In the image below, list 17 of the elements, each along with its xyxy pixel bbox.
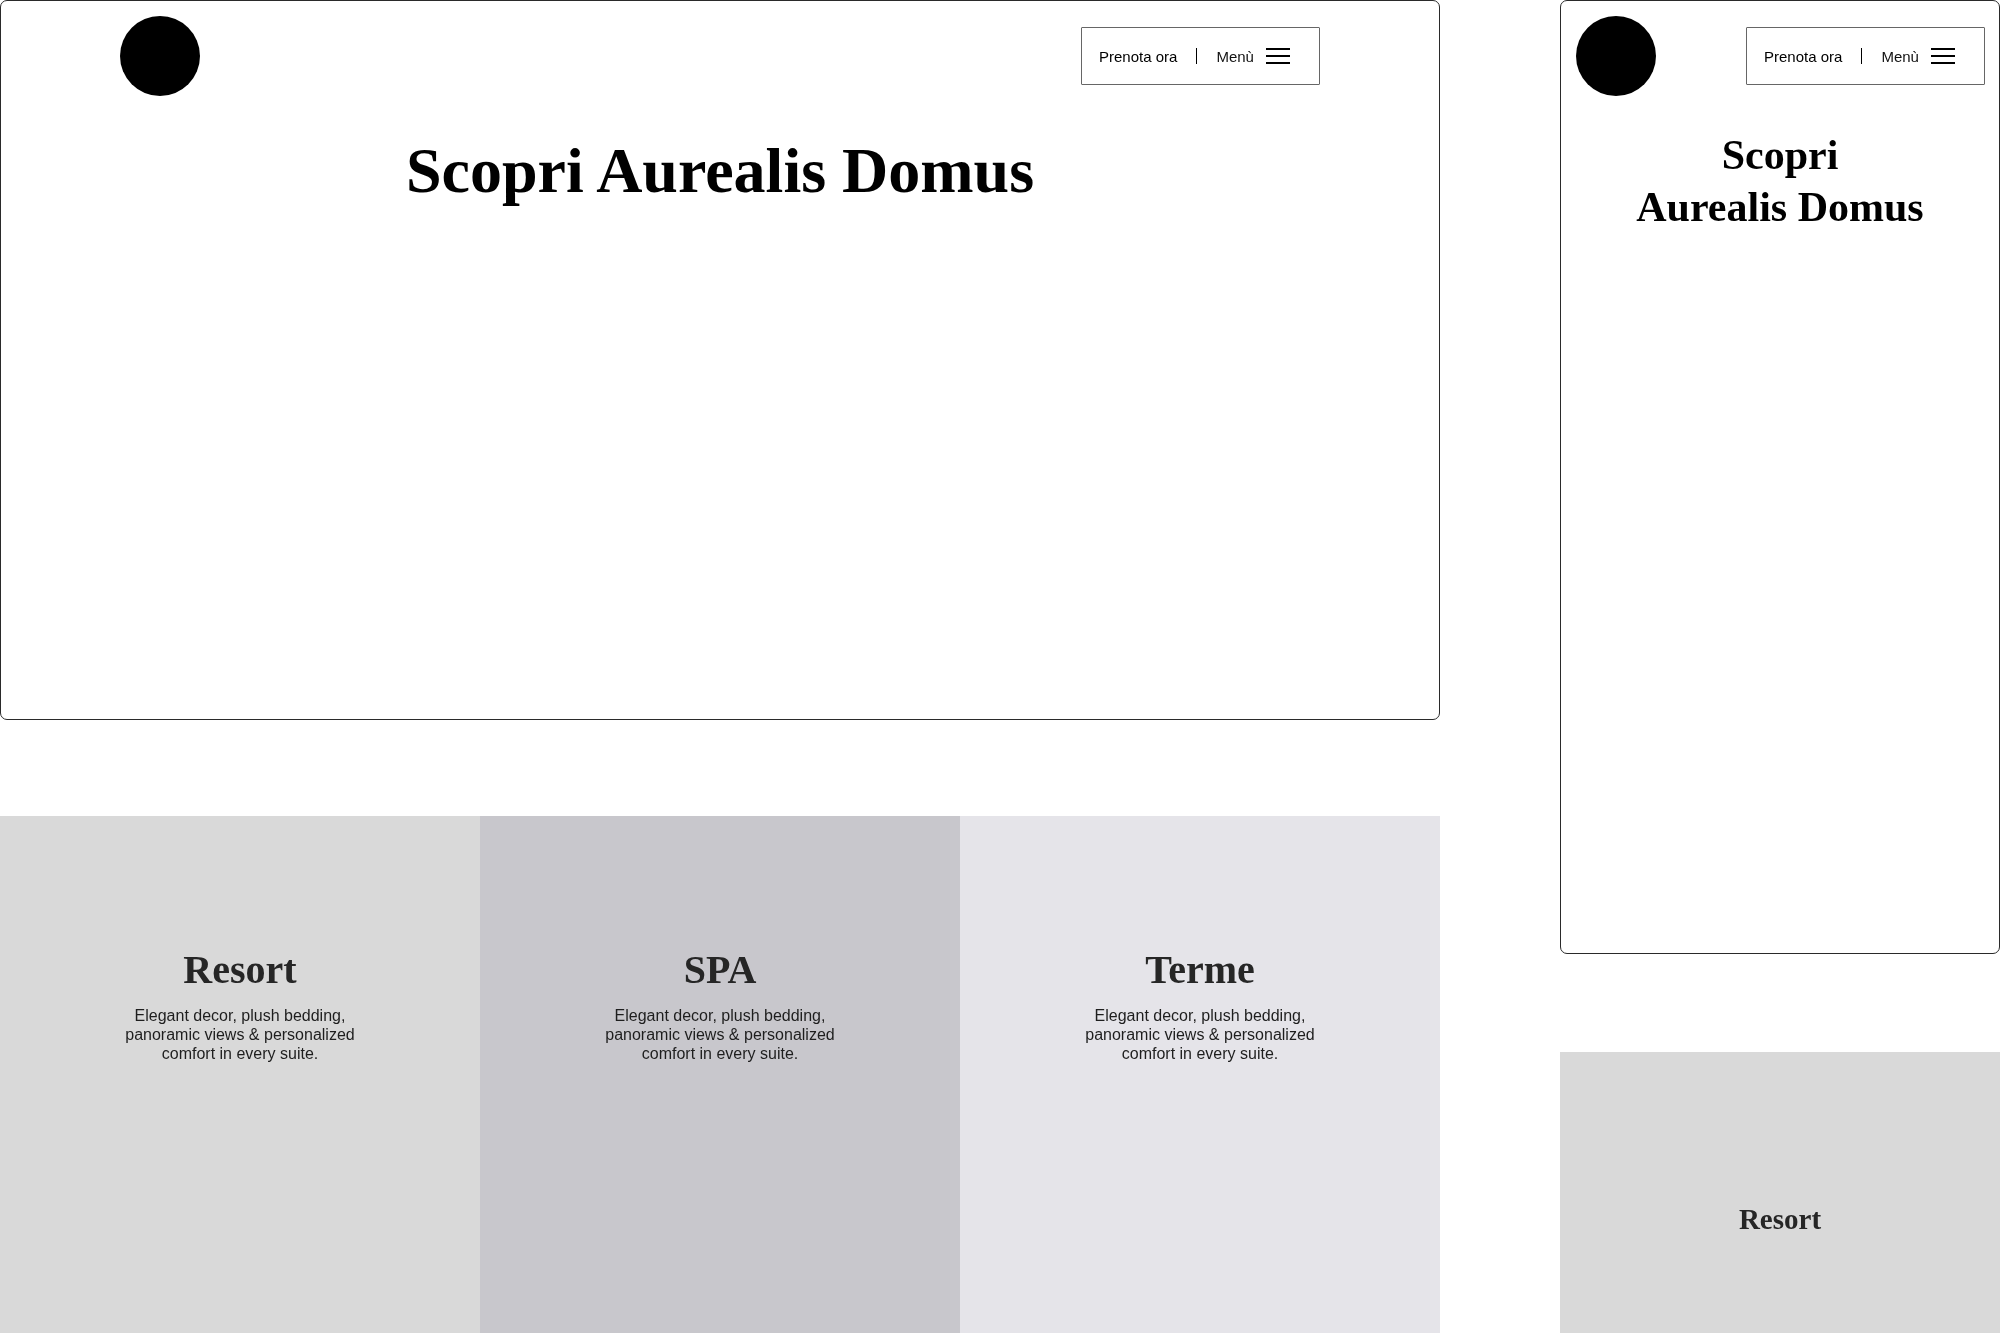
logo-icon <box>1576 16 1656 96</box>
book-link[interactable]: Prenota ora <box>1764 47 1843 65</box>
menu-icon <box>1265 48 1290 64</box>
hero-title: Scopri Aurealis Domus <box>1636 131 1924 232</box>
menu-button[interactable]: Menù <box>1881 47 1955 65</box>
menu-icon <box>1930 48 1955 64</box>
menu-button[interactable]: Menù <box>1216 47 1290 65</box>
logo-icon <box>120 16 200 96</box>
card-title: Resort <box>183 946 297 994</box>
card-description: Elegant decor, plush bedding, panoramic views & personalized comfort in every suite. <box>1084 1006 1316 1063</box>
card-title: SPA <box>683 946 757 994</box>
card-description: Elegant decor, plush bedding, panoramic views & personalized comfort in every suite. <box>604 1006 836 1063</box>
card-description: Elegant decor, plush bedding, panoramic views & personalized comfort in every suite. <box>124 1006 356 1063</box>
hero-title: Scopri Aurealis Domus <box>405 134 1035 208</box>
card-title: Resort <box>1738 1202 1822 1237</box>
card-title: Terme <box>1145 946 1255 994</box>
book-link[interactable]: Prenota ora <box>1099 47 1178 65</box>
